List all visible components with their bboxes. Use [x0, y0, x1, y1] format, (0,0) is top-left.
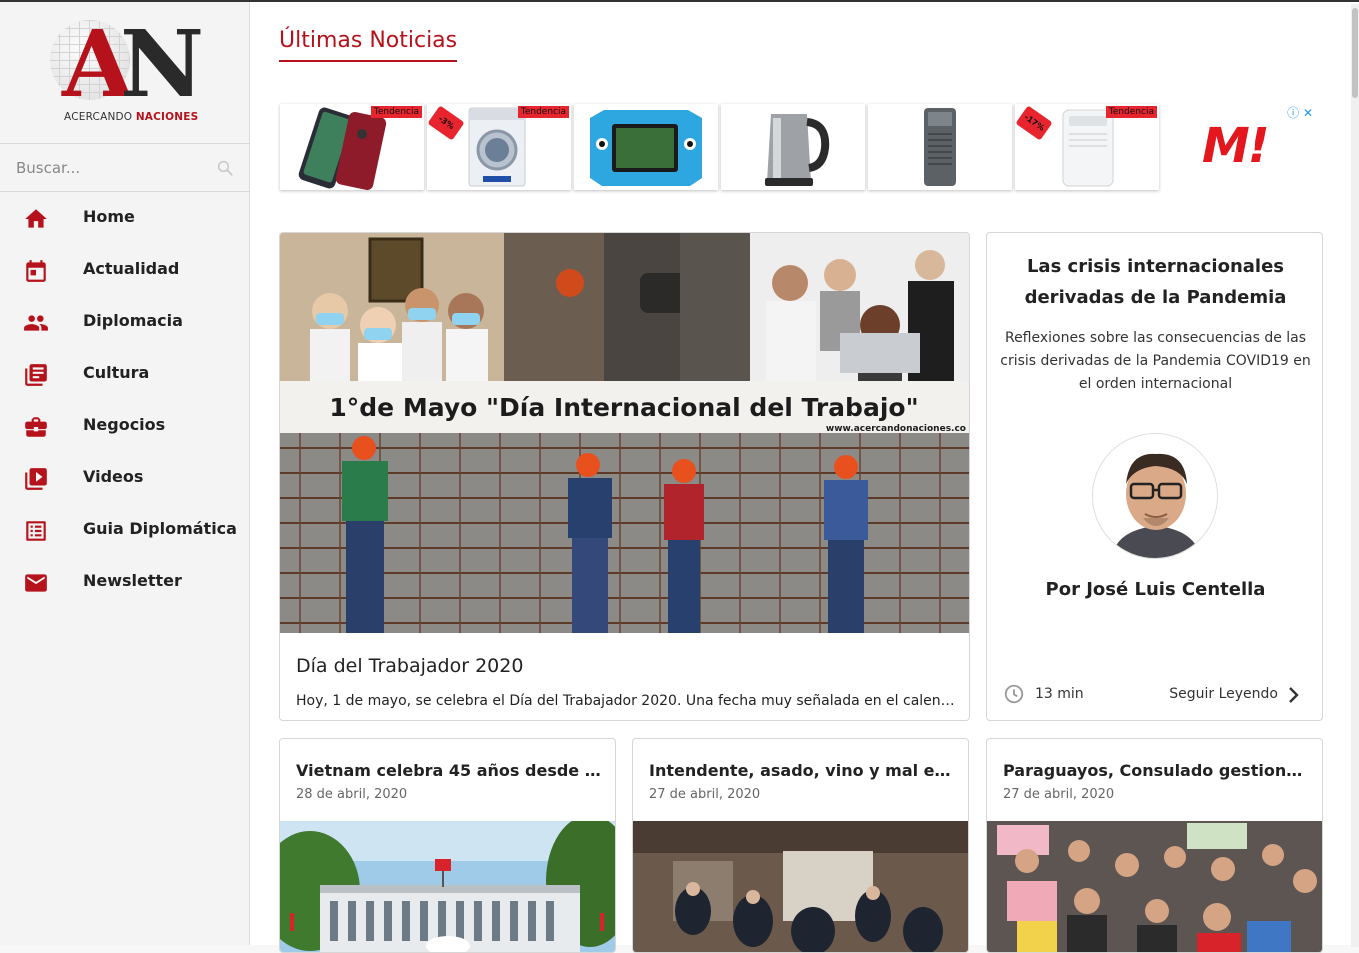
trend-badge: Tendencia	[370, 106, 422, 118]
read-more-link[interactable]: Seguir Leyendo	[1169, 686, 1278, 702]
search-bar	[0, 145, 249, 191]
sidebar: A N ACERCANDO NACIONES Home Actualidad D…	[0, 2, 250, 945]
nav-label: Newsletter	[83, 571, 182, 590]
nav-item-newsletter[interactable]: Newsletter	[0, 556, 249, 608]
advertiser-logo[interactable]: M!	[1202, 118, 1270, 174]
trend-badge: Tendencia	[1105, 106, 1157, 118]
nav-item-guia-diplomatica[interactable]: Guia Diplomática	[0, 504, 249, 556]
nav-item-home[interactable]: Home	[0, 192, 249, 244]
page-scrollbar[interactable]	[1351, 4, 1359, 947]
ad-item-kids-tablet[interactable]	[574, 104, 718, 190]
featured-article-card[interactable]: 1°de Mayo "Día Internacional del Trabajo…	[279, 232, 970, 721]
main-nav: Home Actualidad Diplomacia Cultura Negoc…	[0, 192, 249, 608]
article-card[interactable]: Intendente, asado, vino y mal ejemplo 27…	[632, 738, 969, 953]
nav-item-cultura[interactable]: Cultura	[0, 348, 249, 400]
nav-item-videos[interactable]: Videos	[0, 452, 249, 504]
air-cooler-product-image	[924, 108, 956, 186]
nav-label: Guia Diplomática	[83, 519, 237, 538]
opinion-summary: Reflexiones sobre las consecuencias de l…	[1000, 330, 1311, 392]
briefcase-icon	[25, 417, 47, 437]
calendar-icon	[26, 260, 46, 282]
ad-item-air-cooler[interactable]	[868, 104, 1012, 190]
list-icon	[26, 521, 46, 541]
search-input[interactable]	[16, 157, 206, 179]
scrollbar-thumb[interactable]	[1352, 8, 1358, 98]
featured-image-url: www.acercandonaciones.co	[826, 424, 966, 434]
mail-icon	[25, 574, 47, 592]
logo-letter-a: A	[62, 10, 133, 118]
article-image-vietnam	[280, 821, 615, 952]
chevron-right-icon[interactable]	[1286, 685, 1302, 705]
nav-item-actualidad[interactable]: Actualidad	[0, 244, 249, 296]
ad-info-close-icon[interactable]: ⓘ ✕	[1287, 104, 1313, 121]
article-image-paraguayos	[987, 821, 1322, 952]
nav-label: Home	[83, 207, 135, 226]
article-title[interactable]: Intendente, asado, vino y mal ejemplo	[649, 761, 954, 780]
logo-tagline-b: NACIONES	[135, 111, 199, 123]
clock-icon	[1004, 684, 1024, 704]
nav-item-diplomacia[interactable]: Diplomacia	[0, 296, 249, 348]
section-title: Últimas Noticias	[279, 28, 458, 62]
opinion-article-card[interactable]: Las crisis internacionales derivadas de …	[986, 232, 1323, 721]
logo-tagline-a: ACERCANDO	[64, 111, 133, 123]
people-icon	[24, 315, 48, 331]
author-avatar	[1092, 433, 1218, 559]
read-time: 13 min	[1035, 686, 1084, 702]
nav-label: Diplomacia	[83, 311, 183, 330]
logo-tagline: ACERCANDO NACIONES	[64, 111, 198, 123]
kids-tablet-product-image	[590, 110, 702, 186]
search-icon[interactable]	[216, 159, 234, 177]
nav-label: Videos	[83, 467, 144, 486]
nav-item-negocios[interactable]: Negocios	[0, 400, 249, 452]
opinion-title[interactable]: Las crisis internacionales derivadas de …	[1003, 251, 1308, 313]
nav-label: Actualidad	[83, 259, 180, 278]
ad-item-washer[interactable]: -3% Tendencia	[427, 104, 571, 190]
article-title[interactable]: Vietnam celebra 45 años desde su…	[296, 761, 601, 780]
video-library-icon	[25, 468, 47, 490]
nav-label: Negocios	[83, 415, 166, 434]
ad-item-kettle[interactable]	[721, 104, 865, 190]
article-date: 28 de abril, 2020	[296, 787, 408, 802]
article-date: 27 de abril, 2020	[649, 787, 761, 802]
article-date: 27 de abril, 2020	[1003, 787, 1115, 802]
article-card[interactable]: Paraguayos, Consulado gestiona retorno 2…	[986, 738, 1323, 953]
ad-banner[interactable]: Tendencia -3% Tendencia -17% Tendencia M…	[280, 104, 1325, 192]
opinion-author[interactable]: Por José Luis Centella	[987, 579, 1322, 600]
library-icon	[25, 364, 47, 386]
kettle-product-image	[765, 114, 830, 186]
main-content: Últimas Noticias Tendencia -3% Tendencia	[250, 2, 1359, 953]
site-logo[interactable]: A N ACERCANDO NACIONES	[48, 16, 208, 131]
nav-label: Cultura	[83, 363, 150, 382]
featured-image-headline: 1°de Mayo "Día Internacional del Trabajo…	[329, 393, 918, 422]
ad-item-phone[interactable]: Tendencia	[280, 104, 424, 190]
sidebar-divider	[0, 143, 250, 144]
ad-item-portable-ac[interactable]: -17% Tendencia	[1015, 104, 1159, 190]
trend-badge: Tendencia	[517, 106, 569, 118]
article-image-asado	[633, 821, 968, 952]
featured-article-title[interactable]: Día del Trabajador 2020	[296, 655, 523, 677]
home-icon	[25, 209, 47, 228]
author-photo	[1093, 434, 1217, 558]
featured-article-image: 1°de Mayo "Día Internacional del Trabajo…	[280, 233, 969, 633]
featured-article-excerpt: Hoy, 1 de mayo, se celebra el Día del Tr…	[296, 693, 956, 709]
article-title[interactable]: Paraguayos, Consulado gestiona retorno	[1003, 761, 1308, 780]
article-card[interactable]: Vietnam celebra 45 años desde su… 28 de …	[279, 738, 616, 953]
logo-letter-n: N	[120, 10, 205, 118]
